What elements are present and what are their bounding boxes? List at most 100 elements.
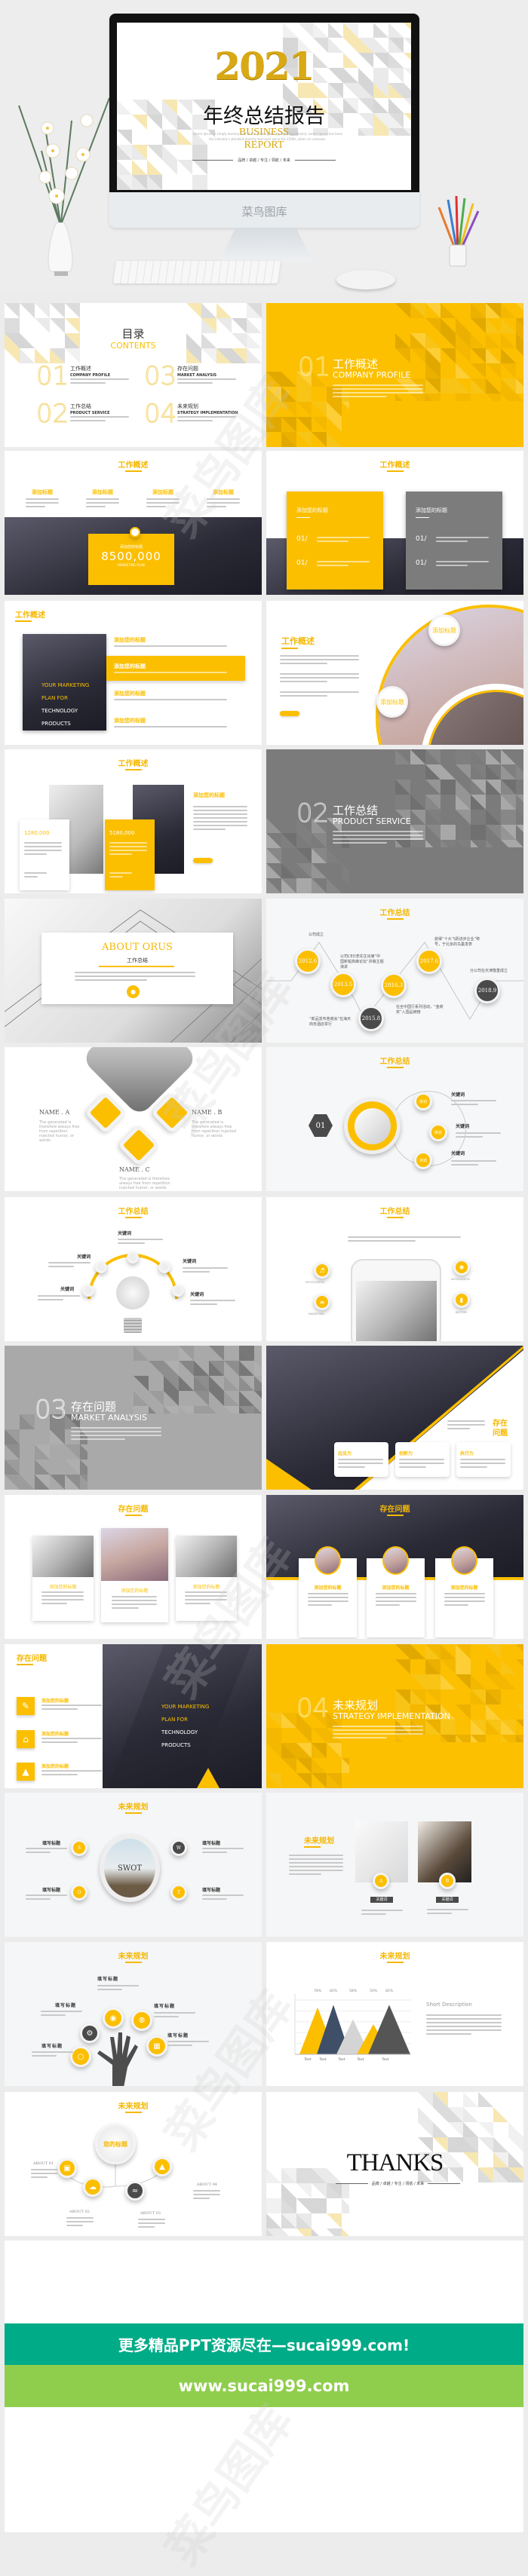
slide-thanks[interactable]: THANKS 品牌 / 卓越 / 专注 / 领航 / 未来: [266, 2092, 523, 2236]
stat-card-highlighted: 5180,000: [105, 819, 155, 890]
keyword-tag: 关键词: [436, 1897, 459, 1903]
slide-work-overview-boxes[interactable]: 工作概述 添加您的标题 01/ 01/ 添加您的标题 01/ 01/: [266, 451, 523, 595]
text-line: [333, 392, 423, 394]
triangle-pattern: [266, 1713, 349, 1788]
timeline-text: 分公司在天津隆重成立: [470, 969, 508, 973]
item-desc: [317, 561, 370, 568]
decor-triangle: [164, 1391, 179, 1406]
slide-work-overview-list[interactable]: 工作概述 YOUR MARKETING PLAN FOR TECHNOLOGY …: [5, 601, 262, 745]
slide-contents[interactable]: 目录 CONTENTS 01 工作概述 COMPANY PROFILE 02 工…: [5, 303, 262, 447]
timeline-node[interactable]: 2018.9: [474, 978, 500, 1003]
side-title: 添加您的标题: [193, 792, 225, 798]
column-title: 添加标题: [92, 489, 113, 495]
center-title: 您的标题: [95, 2124, 136, 2164]
slide-phone[interactable]: 工作总结 ♬ NOTIFICATION ≡ MARKETING ✱ NOTIFI…: [266, 1197, 523, 1341]
decor-triangle: [65, 1444, 80, 1460]
section-desc: [333, 384, 423, 400]
card-title: 添加您的标题: [121, 1588, 149, 1594]
decor-triangle: [328, 23, 343, 38]
category-label: Text: [303, 2057, 311, 2062]
more-button[interactable]: [193, 858, 213, 863]
keyword-icon: [95, 1261, 107, 1273]
slide-section-04[interactable]: 04 未来规划 STRATEGY IMPLEMENTATION: [266, 1644, 523, 1788]
decor-triangle: [194, 1361, 209, 1376]
bulb-base: [124, 1318, 142, 1333]
timeline-node[interactable]: 2012.6: [295, 948, 321, 974]
slide-problems-icons[interactable]: 存在问题 ✎ ⌂ ▲ 添加您的标题 添加您的标题 添加您的标题 YOUR MAR…: [5, 1644, 262, 1788]
decor-triangle: [132, 160, 147, 175]
text-line: [41, 1770, 102, 1772]
slide-section-03[interactable]: 03 存在问题 MARKET ANALYSIS: [5, 1346, 262, 1490]
text-line: [193, 806, 247, 807]
text-line: [183, 1267, 228, 1269]
timeline-node[interactable]: 2015.8: [358, 1006, 384, 1031]
slide-photos-ab[interactable]: 未来规划 A B 关键词 关键词: [266, 1793, 523, 1937]
slide-timeline[interactable]: 工作总结 2012.6 2013.5 2015.8 2016.3 2017.6 …: [266, 899, 523, 1043]
photo-badge: A: [373, 1873, 389, 1889]
slide-section-02[interactable]: 02 工作总结 PRODUCT SERVICE: [266, 749, 523, 893]
marketing-image: YOUR MARKETING PLAN FOR TECHNOLOGY PRODU…: [23, 634, 106, 731]
item-title: 填写标题: [167, 2033, 189, 2038]
item-desc: [167, 2041, 209, 2048]
text-line: [97, 1989, 122, 1990]
timeline-node[interactable]: 2017.6: [416, 948, 442, 974]
stat-box: 添加您的标题 8500,000 MARKETING PLAN: [88, 534, 174, 585]
text-line: [280, 691, 359, 693]
slide-problems-round-cards[interactable]: 存在问题 添加您的标题 添加您的标题 添加您的标题: [266, 1495, 523, 1639]
info-box-gray: 添加您的标题 01/ 01/: [406, 492, 502, 590]
text-line: [26, 502, 59, 504]
slide-heading: 未来规划: [5, 1950, 262, 1963]
slide-heading: 工作概述: [5, 757, 262, 770]
text-line: [308, 1593, 348, 1594]
text-line: [154, 2012, 195, 2014]
slide-section-01[interactable]: 01 工作概述 COMPANY PROFILE: [266, 303, 523, 447]
decor-triangle: [404, 23, 411, 30]
toc-number: 01: [35, 361, 69, 391]
timeline-node[interactable]: 2016.3: [381, 973, 407, 998]
text-line: [146, 506, 167, 507]
slide-your-title[interactable]: 未来规划 您的标题 ▣ ☁ ≈ ▲ ABOUT 01 ABOUT 02 ABOU…: [5, 2092, 262, 2236]
keyword-tag: 关键词: [370, 1897, 393, 1903]
decor-triangle: [239, 1391, 254, 1406]
text-line: [447, 1424, 485, 1426]
slide-work-overview-cards[interactable]: 工作概述 1280,000 5180,000 添加您的标题: [5, 749, 262, 893]
decor-triangle: [149, 1361, 164, 1376]
slide-names-diamond[interactable]: NAME . A The generated is therefore alwa…: [5, 1047, 262, 1191]
text-line: [114, 726, 227, 727]
name-label: NAME . C: [119, 1166, 150, 1173]
text-line: [426, 2033, 471, 2035]
slide-work-overview-arc[interactable]: 工作概述 添加标题 添加标题: [266, 601, 523, 745]
slide-keywords-circle[interactable]: 工作总结 01 拼劲 拼劲 拼劲 关键词 关键词 关键词: [266, 1047, 523, 1191]
slide-hand-tree[interactable]: 未来规划 ⚙ ◉ ⦾ ▦ ○ 填写标题 填写标题 填写标题 填写标题 填写标题: [5, 1942, 262, 2086]
image-text: YOUR MARKETING: [161, 1704, 210, 1710]
slide-heading: 存在问题: [266, 1502, 523, 1516]
slide-work-overview-stats[interactable]: 工作概述 添加标题 添加标题 添加标题 添加标题 添加您的标题 8500,000…: [5, 451, 262, 595]
decor-triangle: [35, 303, 50, 318]
slide-triangle-chart[interactable]: 未来规划 78% Text 82% Text 58% Text 50% Text 82% Text…: [266, 1942, 523, 2086]
text-line: [112, 1603, 157, 1605]
decor-triangle: [209, 1391, 224, 1406]
slide-problems-diagonal[interactable]: 存在 问题 远见力 创新力 执行力: [266, 1346, 523, 1490]
slide-lightbulb[interactable]: 工作总结 关键词 关键词 关键词 关键词 关键词: [5, 1197, 262, 1341]
toc-en: MARKET ANALYSIS: [177, 373, 217, 378]
slide-problems-cards[interactable]: 存在问题 添加您的标题 添加您的标题 添加您的标题: [5, 1495, 262, 1639]
column-list: 添加标题 添加标题 添加标题 添加标题: [20, 489, 246, 510]
card-desc: [338, 1459, 383, 1470]
decor-triangle: [266, 1743, 281, 1758]
icon-label: MARKETING: [309, 1313, 324, 1316]
text-line: [207, 498, 240, 500]
decor-triangle: [312, 1728, 327, 1743]
slide-swot[interactable]: 未来规划 SWOT S W O T 填写标题 填写标题 填写标题 填写标题: [5, 1793, 262, 1937]
text-line: [333, 842, 387, 844]
text-line: [361, 1910, 403, 1911]
promo-banner-url[interactable]: www.sucai999.com: [5, 2365, 523, 2407]
about-label: ABOUT 02: [69, 2210, 90, 2214]
more-button[interactable]: [280, 711, 299, 716]
decor-triangle: [296, 2183, 312, 2198]
slide-about-us[interactable]: ABOUT ORUS 工作总结 ●: [5, 899, 262, 1043]
round-photo: [315, 1546, 341, 1575]
timeline-node[interactable]: 2013.5: [330, 972, 356, 997]
promo-banner-top[interactable]: 更多精品PPT资源尽在—sucai999.com!: [5, 2323, 523, 2365]
decor-triangle: [486, 363, 501, 378]
ability-card: 远见力: [334, 1442, 388, 1477]
